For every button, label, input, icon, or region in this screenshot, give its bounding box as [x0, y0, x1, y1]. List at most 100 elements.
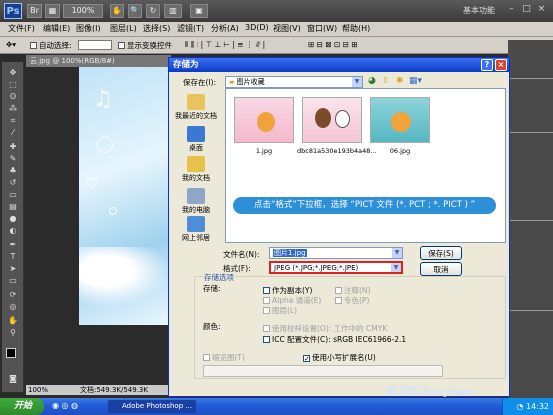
as-copy-checkbox[interactable]: [263, 287, 270, 294]
3d-orbit-tool-icon[interactable]: ◎: [6, 302, 20, 312]
view-menu-icon[interactable]: ▦▾: [409, 76, 422, 86]
save-in-dropdown[interactable]: ▰ 图片收藏 ▼: [225, 76, 363, 88]
quick-mask-icon[interactable]: ◙: [6, 374, 20, 384]
layout-button[interactable]: ▦: [45, 4, 60, 18]
menu-select[interactable]: 选择(S): [143, 23, 170, 34]
stamp-tool-icon[interactable]: ♣: [6, 166, 20, 176]
history-brush-tool-icon[interactable]: ↺: [6, 178, 20, 188]
healing-tool-icon[interactable]: ✚: [6, 142, 20, 152]
dialog-close-icon[interactable]: ×: [495, 59, 507, 71]
auto-select-checkbox[interactable]: [30, 42, 37, 49]
screen-mode-icon[interactable]: ▣: [190, 4, 208, 18]
dialog-help-icon[interactable]: ?: [481, 59, 493, 71]
show-transform-option[interactable]: 显示变换控件: [118, 40, 172, 51]
quick-launch-icons[interactable]: ◉ ◎ ◍: [52, 401, 78, 410]
document-tab[interactable]: 云.jpg @ 100%(RGB/8#): [26, 55, 171, 67]
icc-profile-option[interactable]: ICC 配置文件(C): sRGB IEC61966-2.1: [263, 334, 406, 345]
filename-field[interactable]: 图片1.jpg ▼: [269, 247, 403, 259]
place-my-documents[interactable]: 我的文档: [174, 156, 218, 183]
place-desktop[interactable]: 桌面: [174, 126, 218, 153]
hand-tool-icon[interactable]: ✋: [6, 316, 20, 326]
quick-select-tool-icon[interactable]: ⁂: [6, 104, 20, 114]
menu-3d[interactable]: 3D(D): [245, 23, 269, 32]
pen-tool-icon[interactable]: ✒: [6, 240, 20, 250]
start-button[interactable]: 开始: [0, 398, 44, 415]
menu-layer[interactable]: 图层(L): [110, 23, 137, 34]
tray-icons[interactable]: ◔: [516, 402, 526, 411]
menu-view[interactable]: 视图(V): [273, 23, 301, 34]
place-my-computer[interactable]: 我的电脑: [174, 188, 218, 215]
menu-image[interactable]: 图像(I): [76, 23, 101, 34]
menu-analysis[interactable]: 分析(A): [211, 23, 239, 34]
thumbnail-checkbox: [203, 354, 210, 361]
3d-rotate-tool-icon[interactable]: ⟳: [6, 290, 20, 300]
lowercase-ext-checkbox[interactable]: ✓: [303, 355, 310, 363]
path-select-tool-icon[interactable]: ➤: [6, 264, 20, 274]
new-folder-icon[interactable]: ✱: [396, 76, 404, 86]
close-icon[interactable]: ×: [536, 4, 547, 15]
file-name[interactable]: 1.jpg: [229, 147, 299, 155]
eraser-tool-icon[interactable]: ▭: [6, 190, 20, 200]
place-recent[interactable]: 我最近的文档: [174, 94, 218, 121]
file-name[interactable]: dbc81a530e193b4a48...: [297, 147, 377, 155]
clock[interactable]: 14:32: [526, 402, 549, 411]
gradient-tool-icon[interactable]: ▤: [6, 202, 20, 212]
panel-divider: [508, 220, 553, 221]
save-button[interactable]: 保存(S): [420, 246, 462, 260]
lowercase-ext-option[interactable]: ✓ 使用小写扩展名(U): [303, 352, 376, 363]
file-thumbnail[interactable]: [302, 97, 362, 143]
eyedropper-tool-icon[interactable]: ⁄: [6, 128, 20, 138]
menu-window[interactable]: 窗口(W): [307, 23, 337, 34]
workspace-switcher[interactable]: 基本功能: [463, 5, 495, 16]
document-canvas[interactable]: ♫: [79, 67, 171, 325]
file-list[interactable]: 1.jpg dbc81a530e193b4a48... 06.jpg: [225, 88, 506, 243]
back-icon[interactable]: ◕: [368, 76, 376, 86]
align-buttons[interactable]: ⫴ ⫼ ⫶ | ⊤ ⊥ ⊢ | ≡ ⋮ ⫻ |: [185, 40, 265, 50]
file-thumbnail[interactable]: [234, 97, 294, 143]
zoom-tool-icon[interactable]: 🔍: [128, 4, 142, 18]
bridge-button[interactable]: Br: [27, 4, 42, 18]
hand-tool-icon[interactable]: ✋: [110, 4, 124, 18]
minimize-icon[interactable]: –: [506, 4, 517, 15]
rotate-view-icon[interactable]: ↻: [146, 4, 160, 18]
shape-tool-icon[interactable]: ▭: [6, 276, 20, 286]
auto-select-dropdown[interactable]: [78, 40, 112, 50]
menu-filter[interactable]: 滤镜(T): [177, 23, 204, 34]
up-folder-icon[interactable]: ⇧: [382, 76, 390, 86]
lasso-tool-icon[interactable]: ʘ: [6, 92, 20, 102]
move-tool-icon[interactable]: ✥: [6, 68, 20, 78]
cartoon-figure: [257, 112, 275, 132]
zoom-tool-icon[interactable]: ⚲: [6, 328, 20, 338]
arrange-docs-icon[interactable]: ▥: [164, 4, 182, 18]
file-thumbnail[interactable]: [370, 97, 430, 143]
icc-profile-checkbox[interactable]: [263, 336, 270, 343]
auto-select-option[interactable]: 自动选择:: [30, 40, 72, 51]
file-name[interactable]: 06.jpg: [365, 147, 435, 155]
desktop-icon: [187, 126, 205, 142]
save-options-group: 存储选项 存储: 作为副本(Y) 注释(N) Alpha 通道(E) 专色(P)…: [194, 272, 506, 379]
storage-label: 存储:: [203, 284, 221, 293]
restore-icon[interactable]: □: [521, 4, 532, 15]
show-transform-checkbox[interactable]: [118, 42, 125, 49]
lowercase-ext-label: 使用小写扩展名(U): [312, 353, 376, 362]
taskbar-photoshop-item[interactable]: Adobe Photoshop ...: [108, 400, 196, 413]
menu-edit[interactable]: 编辑(E): [43, 23, 70, 34]
folder-icon: ▰: [229, 78, 235, 86]
type-tool-icon[interactable]: T: [6, 252, 20, 262]
brush-tool-icon[interactable]: ✎: [6, 154, 20, 164]
place-network[interactable]: 网上邻居: [174, 216, 218, 243]
auto-select-label: 自动选择:: [39, 41, 72, 50]
cancel-button[interactable]: 取消: [420, 262, 462, 276]
marquee-tool-icon[interactable]: ⬚: [6, 80, 20, 90]
menu-file[interactable]: 文件(F): [8, 23, 35, 34]
zoom-dropdown[interactable]: 100%: [63, 4, 103, 18]
crop-tool-icon[interactable]: ⌗: [6, 116, 20, 126]
format-dropdown[interactable]: JPEG (*.JPG;*.JPEG;*.JPE) ▼: [269, 261, 403, 274]
status-zoom[interactable]: 100%: [28, 385, 48, 395]
distribute-buttons[interactable]: ⊞ ⊟ ⊠ ⊡ ⊟ ⊞: [308, 40, 358, 49]
dodge-tool-icon[interactable]: ◐: [6, 226, 20, 236]
blur-tool-icon[interactable]: ●: [6, 214, 20, 224]
move-tool-icon[interactable]: ✥▾: [6, 40, 16, 49]
foreground-color-swatch[interactable]: [6, 348, 16, 358]
menu-help[interactable]: 帮助(H): [342, 23, 370, 34]
